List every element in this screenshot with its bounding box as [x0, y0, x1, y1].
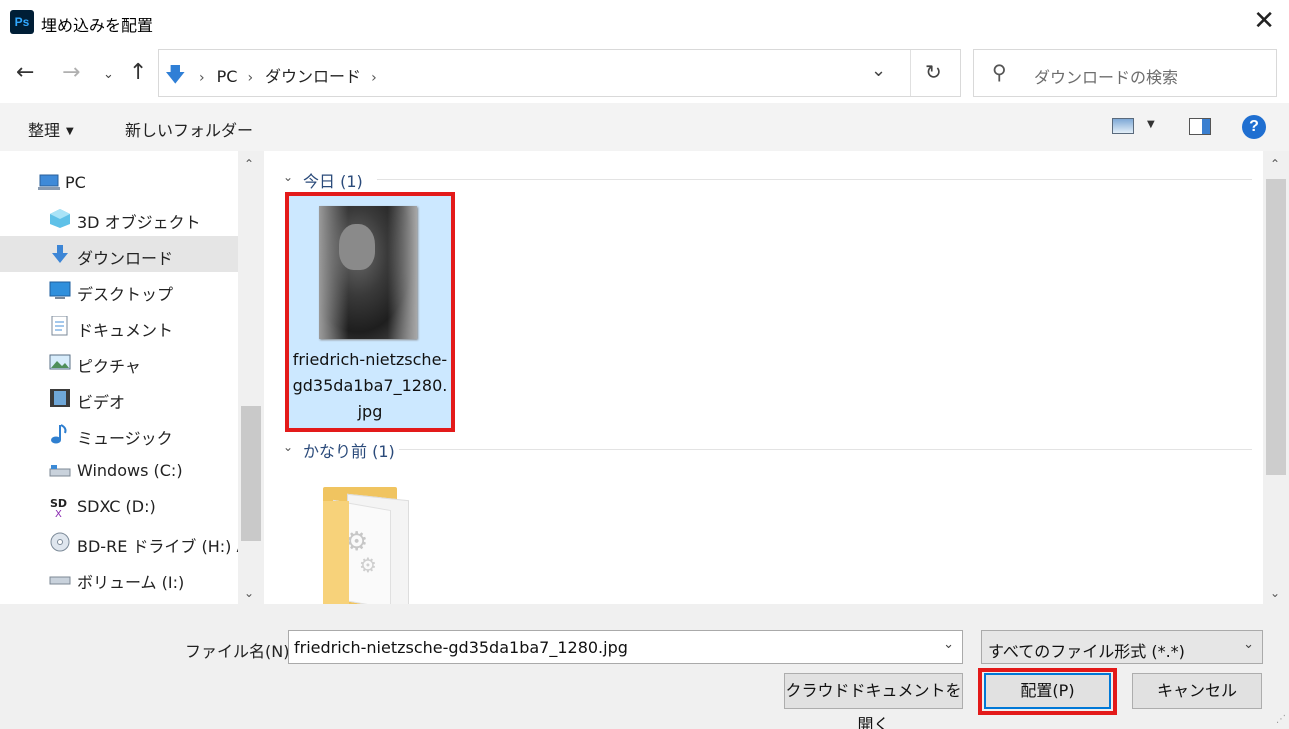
drive-icon	[49, 568, 71, 588]
nav-scroll-thumb[interactable]	[241, 406, 261, 541]
content-scroll-thumb[interactable]	[1266, 179, 1286, 475]
scroll-down-icon[interactable]: ⌄	[244, 586, 254, 600]
3d-objects-icon	[49, 208, 71, 228]
forward-arrow-icon[interactable]: →	[62, 60, 80, 86]
divider	[910, 50, 911, 96]
desktop-icon	[49, 280, 71, 300]
open-cloud-documents-button[interactable]: クラウドドキュメントを開く	[784, 673, 963, 729]
chevron-down-icon[interactable]: ⌄	[1243, 637, 1254, 652]
chevron-right-icon[interactable]: ›	[247, 70, 253, 86]
nav-item-windows-c[interactable]: Windows (C:)	[0, 452, 238, 488]
sd-card-icon: SD X	[49, 496, 71, 520]
chevron-right-icon[interactable]: ›	[371, 70, 377, 86]
address-bar[interactable]: 🡇 › PC › ダウンロード › ⌄ ↻	[158, 49, 961, 97]
group-header-today[interactable]: ⌄ 今日 (1)	[267, 168, 1252, 191]
chevron-down-icon[interactable]: ⌄	[943, 637, 954, 652]
back-arrow-icon[interactable]: ←	[16, 60, 34, 86]
address-history-chevron-icon[interactable]: ⌄	[871, 60, 886, 81]
view-mode-icon[interactable]	[1112, 118, 1134, 134]
file-type-value: すべてのファイル形式 (*.*)	[988, 642, 1185, 661]
scroll-down-icon[interactable]: ⌄	[1270, 586, 1280, 600]
download-folder-icon: 🡇	[165, 62, 186, 86]
breadcrumb-pc[interactable]: PC	[217, 67, 238, 86]
organize-label: 整理	[28, 121, 61, 140]
refresh-icon[interactable]: ↻	[925, 60, 942, 84]
scroll-up-icon[interactable]: ⌃	[1270, 157, 1280, 171]
group-header-long-ago[interactable]: ⌄ かなり前 (1)	[267, 438, 1252, 461]
organize-menu-button[interactable]: 整理 ▼	[28, 117, 74, 141]
scroll-up-icon[interactable]: ⌃	[244, 157, 254, 171]
up-arrow-icon[interactable]: ↑	[129, 60, 147, 86]
nav-scrollbar[interactable]: ⌃ ⌄	[238, 151, 264, 604]
file-type-select[interactable]: すべてのファイル形式 (*.*) ⌄	[981, 630, 1263, 664]
filename-label: ファイル名(N):	[185, 642, 295, 661]
music-icon	[49, 424, 71, 444]
optical-drive-icon	[49, 532, 71, 552]
content-scrollbar[interactable]: ⌃ ⌄	[1263, 151, 1289, 604]
nav-item-documents[interactable]: ドキュメント	[0, 308, 238, 344]
help-icon[interactable]: ?	[1242, 115, 1266, 139]
nav-item-volume-i[interactable]: ボリューム (I:)	[0, 560, 238, 596]
videos-icon	[49, 388, 71, 408]
nav-item-pictures[interactable]: ピクチャ	[0, 344, 238, 380]
documents-icon	[49, 315, 71, 336]
recent-locations-chevron-icon[interactable]: ⌄	[103, 62, 114, 88]
caret-down-icon[interactable]: ▼	[1147, 119, 1155, 130]
navigation-pane: PC 3D オブジェクト ダウンロード デスクトップ ドキュメント ピクチャ ビ…	[0, 151, 264, 604]
drive-icon	[49, 460, 71, 480]
nav-item-pc[interactable]: PC	[0, 164, 238, 200]
nav-item-sdxc-d[interactable]: SD X SDXC (D:)	[0, 488, 238, 524]
photoshop-logo-icon: Ps	[10, 10, 34, 34]
preview-pane-icon[interactable]	[1189, 118, 1211, 135]
group-divider	[377, 179, 1252, 180]
search-placeholder[interactable]: ダウンロードの検索	[1034, 64, 1178, 88]
dialog-title: 埋め込みを配置	[41, 16, 154, 35]
close-icon[interactable]: ✕	[1253, 8, 1275, 34]
new-folder-button[interactable]: 新しいフォルダー	[125, 117, 253, 141]
folder-tile[interactable]: ⚙ ⚙	[323, 487, 415, 604]
nav-item-videos[interactable]: ビデオ	[0, 380, 238, 416]
title-bar: Ps 埋め込みを配置 ✕	[0, 0, 1289, 44]
file-list: ⌄ 今日 (1) friedrich-nietzsche-gd35da1ba7_…	[267, 151, 1263, 604]
download-icon	[49, 244, 71, 264]
caret-down-icon: ▼	[66, 126, 74, 137]
chevron-down-icon[interactable]: ⌄	[283, 170, 293, 184]
filename-field[interactable]	[294, 636, 924, 658]
dialog-footer: ファイル名(N): ⌄ すべてのファイル形式 (*.*) ⌄ クラウドドキュメン…	[0, 604, 1289, 729]
search-box[interactable]: ⚲ ダウンロードの検索	[973, 49, 1277, 97]
chevron-right-icon[interactable]: ›	[199, 70, 205, 86]
highlight-frame	[978, 668, 1117, 715]
highlight-frame	[285, 192, 455, 432]
nav-item-music[interactable]: ミュージック	[0, 416, 238, 452]
pc-icon	[38, 172, 60, 192]
resize-grip-icon[interactable]: ⋰	[1276, 714, 1286, 725]
nav-item-bd-re-h[interactable]: BD-RE ドライブ (H:) Au	[0, 524, 258, 560]
nav-item-3d-objects[interactable]: 3D オブジェクト	[0, 200, 238, 236]
filename-combobox[interactable]: ⌄	[288, 630, 963, 664]
breadcrumb: › PC › ダウンロード ›	[195, 63, 389, 87]
pictures-icon	[49, 352, 71, 372]
chevron-down-icon[interactable]: ⌄	[283, 440, 293, 454]
cancel-button[interactable]: キャンセル	[1132, 673, 1262, 709]
command-bar: 整理 ▼ 新しいフォルダー ▼ ?	[0, 103, 1289, 151]
breadcrumb-downloads[interactable]: ダウンロード	[265, 67, 361, 86]
nav-item-downloads[interactable]: ダウンロード	[0, 236, 238, 272]
nav-item-desktop[interactable]: デスクトップ	[0, 272, 238, 308]
svg-text:X: X	[55, 509, 62, 518]
group-divider	[399, 449, 1252, 450]
gear-icon: ⚙	[359, 553, 377, 577]
search-icon: ⚲	[992, 60, 1007, 84]
